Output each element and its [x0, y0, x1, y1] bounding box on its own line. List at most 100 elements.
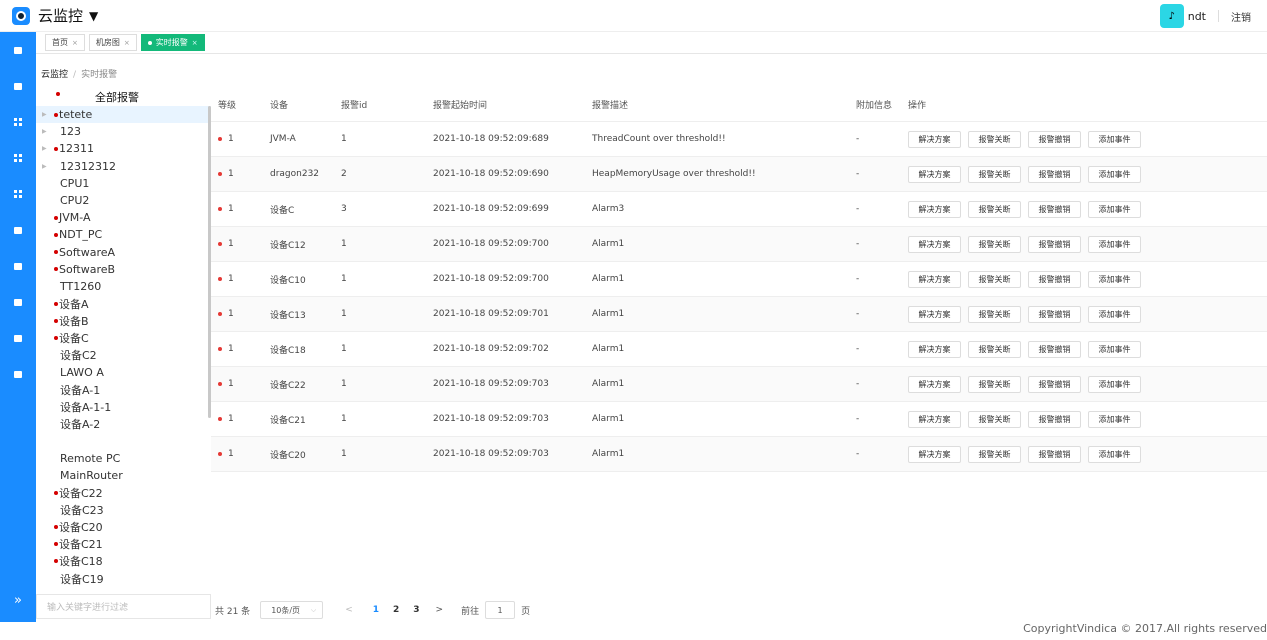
alarm-revoke-button[interactable]: 报警撤销: [1028, 165, 1081, 183]
tree-node[interactable]: 设备A-2: [36, 415, 211, 432]
solution-button[interactable]: 解决方案: [908, 130, 961, 148]
goto-page-input[interactable]: 1: [485, 601, 516, 619]
add-event-button[interactable]: 添加事件: [1088, 235, 1141, 253]
expand-arrow-icon[interactable]: ▶: [42, 145, 47, 152]
add-event-button[interactable]: 添加事件: [1088, 200, 1141, 218]
nav-monitor-icon[interactable]: [0, 320, 36, 356]
tree-node[interactable]: 设备C2: [36, 347, 211, 364]
tree-node[interactable]: 设备A: [36, 295, 211, 312]
tree-node[interactable]: ▶ 12311: [36, 140, 211, 157]
breadcrumb-root[interactable]: 云监控: [41, 70, 68, 80]
tree-node[interactable]: ▶ 12312312: [36, 158, 211, 175]
nav-monitor-icon[interactable]: [0, 356, 36, 392]
solution-button[interactable]: 解决方案: [908, 165, 961, 183]
username[interactable]: ndt: [1188, 10, 1206, 23]
tab-realtime-alarm[interactable]: 实时报警 ×: [140, 34, 205, 51]
solution-button[interactable]: 解决方案: [908, 200, 961, 218]
alarm-shutoff-button[interactable]: 报警关断: [968, 200, 1021, 218]
tree-node[interactable]: 设备C22: [36, 484, 211, 501]
alarm-revoke-button[interactable]: 报警撤销: [1028, 305, 1081, 323]
tree-node[interactable]: [36, 433, 211, 450]
nav-grid-icon[interactable]: [0, 104, 36, 140]
tree-node[interactable]: 设备C18: [36, 553, 211, 570]
alarm-revoke-button[interactable]: 报警撤销: [1028, 130, 1081, 148]
add-event-button[interactable]: 添加事件: [1088, 130, 1141, 148]
tree-node[interactable]: 设备C19: [36, 570, 211, 587]
close-icon[interactable]: ×: [72, 39, 78, 47]
tree-node[interactable]: MainRouter: [36, 467, 211, 484]
alarm-revoke-button[interactable]: 报警撤销: [1028, 445, 1081, 463]
tree-node[interactable]: TT1260: [36, 278, 211, 295]
tree-node[interactable]: JVM-A: [36, 209, 211, 226]
solution-button[interactable]: 解决方案: [908, 340, 961, 358]
page-size-select[interactable]: 10条/页 ⌵: [260, 601, 324, 619]
prev-page-button[interactable]: <: [345, 605, 353, 615]
next-page-button[interactable]: >: [436, 605, 444, 615]
expand-sidebar-icon[interactable]: »: [0, 593, 36, 608]
tree-node[interactable]: NDT_PC: [36, 226, 211, 243]
expand-arrow-icon[interactable]: ▶: [42, 111, 47, 118]
tree-node[interactable]: SoftwareB: [36, 261, 211, 278]
tree-node[interactable]: 设备C20: [36, 519, 211, 536]
tab-room-map[interactable]: 机房图 ×: [88, 34, 137, 51]
alarm-revoke-button[interactable]: 报警撤销: [1028, 270, 1081, 288]
expand-arrow-icon[interactable]: ▶: [42, 163, 47, 170]
nav-monitor-icon[interactable]: [0, 284, 36, 320]
close-icon[interactable]: ×: [124, 39, 130, 47]
tree-node[interactable]: ▶ 123: [36, 123, 211, 140]
solution-button[interactable]: 解决方案: [908, 445, 961, 463]
solution-button[interactable]: 解决方案: [908, 270, 961, 288]
tree-node[interactable]: 设备C21: [36, 536, 211, 553]
add-event-button[interactable]: 添加事件: [1088, 270, 1141, 288]
close-icon[interactable]: ×: [192, 39, 198, 47]
alarm-revoke-button[interactable]: 报警撤销: [1028, 235, 1081, 253]
nav-monitor-icon[interactable]: [0, 68, 36, 104]
app-title[interactable]: 云监控: [38, 5, 83, 26]
add-event-button[interactable]: 添加事件: [1088, 340, 1141, 358]
nav-monitor-icon[interactable]: [0, 32, 36, 68]
tree-node[interactable]: 设备A-1-1: [36, 398, 211, 415]
alarm-shutoff-button[interactable]: 报警关断: [968, 235, 1021, 253]
tree-node[interactable]: 设备C23: [36, 501, 211, 518]
add-event-button[interactable]: 添加事件: [1088, 375, 1141, 393]
tree-node[interactable]: Remote PC: [36, 450, 211, 467]
alarm-shutoff-button[interactable]: 报警关断: [968, 270, 1021, 288]
tree-node[interactable]: 设备B: [36, 312, 211, 329]
alarm-shutoff-button[interactable]: 报警关断: [968, 340, 1021, 358]
tab-home[interactable]: 首页 ×: [45, 34, 85, 51]
nav-grid-icon[interactable]: [0, 176, 36, 212]
solution-button[interactable]: 解决方案: [908, 410, 961, 428]
alarm-shutoff-button[interactable]: 报警关断: [968, 410, 1021, 428]
tree-node[interactable]: ▶ tetete: [36, 106, 211, 124]
app-menu-caret-icon[interactable]: ▼: [89, 9, 98, 23]
solution-button[interactable]: 解决方案: [908, 235, 961, 253]
add-event-button[interactable]: 添加事件: [1088, 305, 1141, 323]
add-event-button[interactable]: 添加事件: [1088, 410, 1141, 428]
page-number-1[interactable]: 1: [373, 605, 379, 615]
alarm-revoke-button[interactable]: 报警撤销: [1028, 340, 1081, 358]
alarm-shutoff-button[interactable]: 报警关断: [968, 165, 1021, 183]
alarm-shutoff-button[interactable]: 报警关断: [968, 130, 1021, 148]
avatar[interactable]: ♪: [1159, 4, 1184, 28]
tree-node[interactable]: SoftwareA: [36, 244, 211, 261]
alarm-revoke-button[interactable]: 报警撤销: [1028, 410, 1081, 428]
alarm-shutoff-button[interactable]: 报警关断: [968, 305, 1021, 323]
logout-link[interactable]: 注销: [1231, 9, 1251, 24]
tree-node[interactable]: CPU1: [36, 175, 211, 192]
tree-node[interactable]: 设备A-1: [36, 381, 211, 398]
alarm-revoke-button[interactable]: 报警撤销: [1028, 375, 1081, 393]
nav-grid-icon[interactable]: [0, 140, 36, 176]
solution-button[interactable]: 解决方案: [908, 375, 961, 393]
tree-filter-input[interactable]: 输入关键字进行过滤: [36, 594, 211, 619]
alarm-shutoff-button[interactable]: 报警关断: [968, 375, 1021, 393]
tree-node[interactable]: CPU2: [36, 192, 211, 209]
nav-monitor-icon[interactable]: [0, 212, 36, 248]
page-number-3[interactable]: 3: [413, 605, 419, 615]
add-event-button[interactable]: 添加事件: [1088, 165, 1141, 183]
alarm-shutoff-button[interactable]: 报警关断: [968, 445, 1021, 463]
tree-node[interactable]: 设备C: [36, 329, 211, 346]
page-number-2[interactable]: 2: [393, 605, 399, 615]
add-event-button[interactable]: 添加事件: [1088, 445, 1141, 463]
expand-arrow-icon[interactable]: ▶: [42, 128, 47, 135]
tree-node[interactable]: LAWO A: [36, 364, 211, 381]
